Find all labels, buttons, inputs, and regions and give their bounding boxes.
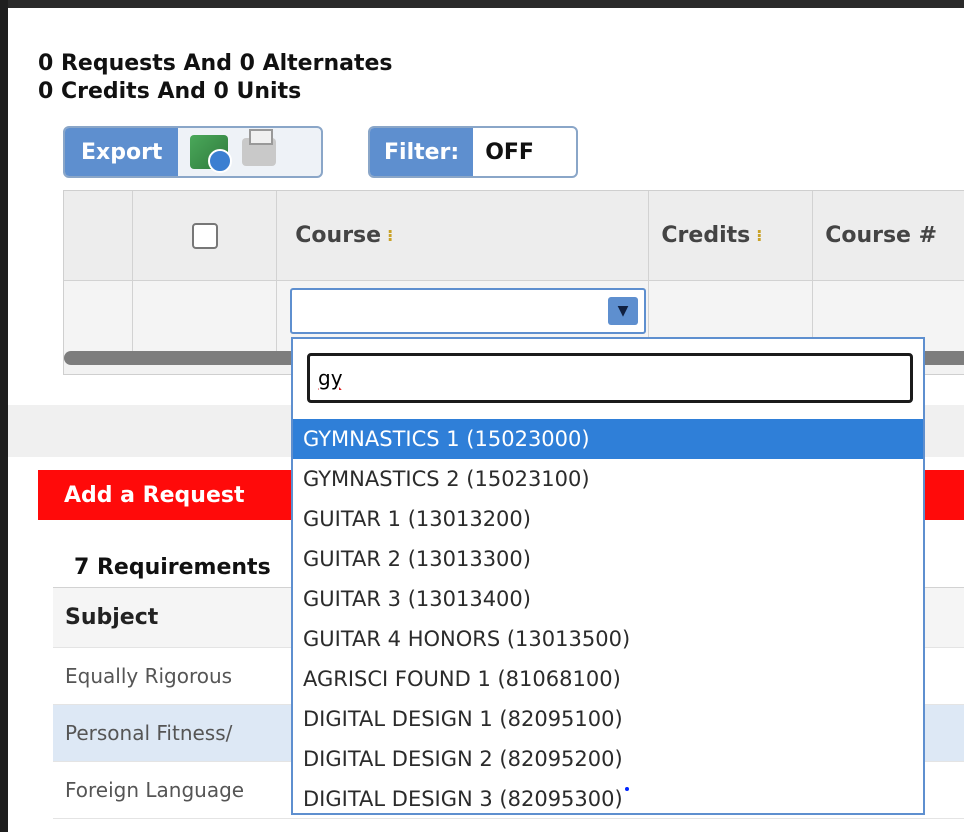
cursor-dot-icon bbox=[624, 787, 629, 791]
select-all-cell bbox=[133, 191, 278, 280]
course-option[interactable]: GYMNASTICS 1 (15023000) bbox=[293, 419, 923, 459]
filter-spacer bbox=[64, 281, 134, 351]
credits-column-header[interactable]: Credits ⁝ bbox=[649, 191, 814, 280]
course-option-label: GUITAR 4 HONORS (13013500) bbox=[303, 627, 631, 651]
course-option-label: DIGITAL DESIGN 1 (82095100) bbox=[303, 707, 623, 731]
course-option-label: GUITAR 2 (13013300) bbox=[303, 547, 531, 571]
requests-summary-line: 0 Requests And 0 Alternates bbox=[38, 51, 393, 76]
add-request-label: Add a Request bbox=[64, 482, 245, 508]
filter-spacer bbox=[133, 281, 278, 351]
chevron-down-icon[interactable]: ▼ bbox=[608, 297, 638, 325]
print-icon[interactable] bbox=[242, 129, 277, 166]
course-option-label: DIGITAL DESIGN 2 (82095200) bbox=[303, 747, 623, 771]
course-option[interactable]: DIGITAL DESIGN 2 (82095200) bbox=[293, 739, 923, 779]
course-select[interactable]: ▼ bbox=[290, 288, 646, 334]
course-number-column-header[interactable]: Course # bbox=[813, 191, 964, 280]
grid-header-spacer bbox=[64, 191, 134, 280]
course-option[interactable]: GUITAR 1 (13013200) bbox=[293, 499, 923, 539]
filter-toggle-button[interactable]: Filter: OFF bbox=[368, 126, 578, 178]
filter-label: Filter: bbox=[370, 128, 474, 176]
subject-cell: Personal Fitness/ bbox=[65, 721, 233, 745]
course-option-label: GYMNASTICS 2 (15023100) bbox=[303, 467, 590, 491]
subject-cell: Foreign Language bbox=[65, 778, 245, 802]
course-option[interactable]: GYMNASTICS 2 (15023100) bbox=[293, 459, 923, 499]
select-all-checkbox[interactable] bbox=[191, 222, 218, 249]
course-option[interactable]: DIGITAL DESIGN 1 (82095100) bbox=[293, 699, 923, 739]
export-label: Export bbox=[65, 128, 179, 176]
request-summary: 0 Requests And 0 Alternates 0 Credits An… bbox=[38, 50, 392, 106]
course-option[interactable]: GUITAR 2 (13013300) bbox=[293, 539, 923, 579]
course-option[interactable]: GUITAR 4 HONORS (13013500) bbox=[293, 619, 923, 659]
excel-export-icon[interactable] bbox=[190, 135, 233, 173]
course-option-label: AGRISCI FOUND 1 (81068100) bbox=[303, 667, 621, 691]
course-column-header[interactable]: Course ⁝ bbox=[277, 191, 650, 280]
export-button[interactable]: Export bbox=[63, 126, 323, 178]
requirements-count: 7 Requirements bbox=[74, 555, 271, 580]
course-header-label: Course bbox=[295, 223, 382, 248]
subject-header: Subject bbox=[65, 605, 159, 630]
course-options-list: GYMNASTICS 1 (15023000) GYMNASTICS 2 (15… bbox=[293, 419, 923, 819]
app-frame: 0 Requests And 0 Alternates 0 Credits An… bbox=[8, 0, 964, 832]
course-search-input[interactable] bbox=[307, 353, 913, 403]
course-option[interactable]: DIGITAL DESIGN 3 (82095300) bbox=[293, 779, 923, 819]
course-option-label: DIGITAL DESIGN 3 (82095300) bbox=[303, 787, 623, 811]
subject-cell: Equally Rigorous bbox=[65, 664, 233, 688]
grid-header-row: Course ⁝ Credits ⁝ Course # bbox=[64, 191, 964, 281]
course-option[interactable]: GUITAR 3 (13013400) bbox=[293, 579, 923, 619]
course-option-label: GUITAR 3 (13013400) bbox=[303, 587, 531, 611]
sort-icon: ⁝ bbox=[756, 226, 763, 245]
credits-summary-line: 0 Credits And 0 Units bbox=[38, 79, 302, 104]
course-number-header-label: Course # bbox=[825, 223, 938, 248]
sort-icon: ⁝ bbox=[387, 226, 394, 245]
course-option-label: GUITAR 1 (13013200) bbox=[303, 507, 531, 531]
course-option-label: GYMNASTICS 1 (15023000) bbox=[303, 427, 590, 451]
credits-header-label: Credits bbox=[661, 223, 751, 248]
filter-state: OFF bbox=[485, 139, 534, 165]
course-option[interactable]: AGRISCI FOUND 1 (81068100) bbox=[293, 659, 923, 699]
course-dropdown-panel: GYMNASTICS 1 (15023000) GYMNASTICS 2 (15… bbox=[291, 337, 925, 815]
